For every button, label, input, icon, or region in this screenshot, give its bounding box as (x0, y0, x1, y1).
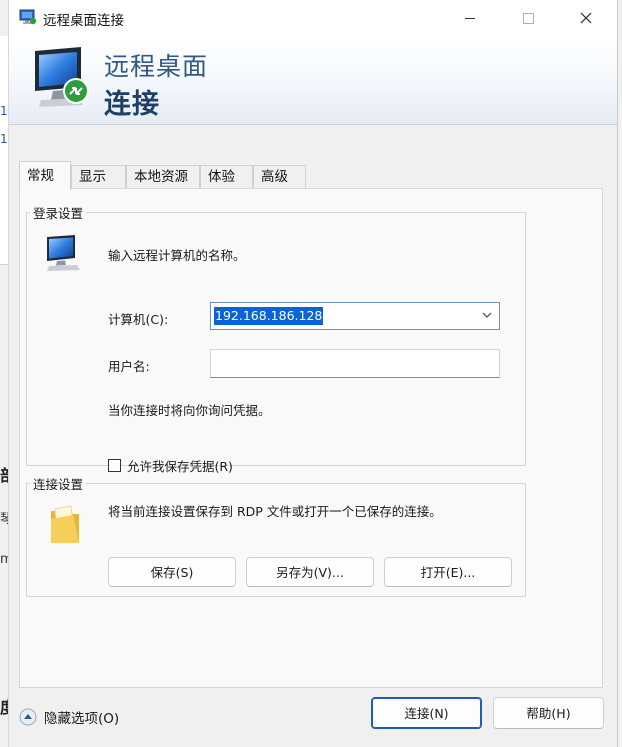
login-settings-group: 登录设置 输入远程计算机的名称。 计算机(C): 192.168.186.128 (26, 203, 526, 474)
tab-general[interactable]: 常规 (19, 161, 71, 190)
remote-computer-icon (35, 47, 89, 107)
connect-button[interactable]: 连接(N) (371, 697, 482, 729)
computer-input-value[interactable]: 192.168.186.128 (214, 307, 324, 325)
save-button[interactable]: 保存(S) (108, 557, 236, 587)
maximize-icon (522, 12, 534, 24)
connection-settings-group: 连接设置 将当前连接设置保存到 RDP 文件或打开一个已保存的连接。 保存(S)… (26, 474, 526, 597)
open-button[interactable]: 打开(E)... (384, 557, 512, 587)
minimize-icon (465, 17, 475, 19)
general-tab-panel: 登录设置 输入远程计算机的名称。 计算机(C): 192.168.186.128 (19, 188, 603, 688)
computer-combobox[interactable]: 192.168.186.128 (210, 302, 500, 330)
chevron-up-circle-icon[interactable] (19, 708, 37, 726)
save-credentials-label[interactable]: 允许我保存凭据(R) (127, 456, 233, 475)
computer-icon (47, 235, 80, 271)
header-banner: 远程桌面 连接 (9, 36, 617, 125)
tab-display[interactable]: 显示 (71, 165, 126, 189)
window-title: 远程桌面连接 (43, 13, 124, 29)
tab-local-resources[interactable]: 本地资源 (126, 165, 200, 189)
background-link-marker: 1 (0, 132, 8, 146)
maximize-button[interactable] (505, 0, 551, 36)
checkbox-box[interactable] (108, 459, 121, 472)
title-bar[interactable]: 远程桌面连接 (9, 0, 617, 36)
connection-description: 将当前连接设置保存到 RDP 文件或打开一个已保存的连接。 (108, 504, 442, 519)
background-divider (0, 264, 8, 265)
username-label: 用户名: (108, 359, 150, 374)
computer-label: 计算机(C): (108, 312, 169, 327)
username-field[interactable] (210, 349, 500, 378)
chevron-down-icon[interactable] (481, 309, 493, 321)
save-as-button[interactable]: 另存为(V)... (246, 557, 374, 587)
close-button[interactable] (563, 0, 609, 36)
login-intro-text: 输入远程计算机的名称。 (108, 248, 246, 263)
login-settings-label: 登录设置 (33, 206, 84, 221)
credentials-note: 当你连接时将向你询问凭据。 (108, 403, 271, 418)
save-credentials-checkbox[interactable]: 允许我保存凭据(R) (108, 456, 233, 475)
close-icon (580, 12, 592, 24)
remote-desktop-icon (19, 9, 37, 25)
connection-settings-label: 连接设置 (33, 477, 84, 492)
remote-desktop-window: 远程桌面连接 远程桌面 连接 常规 显示 本地资源 体验 高级 登录设置 输入远… (8, 0, 618, 747)
banner-title-line1: 远程桌面 (104, 52, 209, 81)
tab-experience[interactable]: 体验 (200, 165, 253, 189)
minimize-button[interactable] (447, 0, 493, 36)
help-button[interactable]: 帮助(H) (493, 697, 604, 729)
folder-icon (51, 505, 79, 544)
background-link-marker: 1 (0, 104, 8, 118)
hide-options-toggle[interactable]: 隐藏选项(O) (19, 707, 119, 727)
background-panel (0, 36, 8, 264)
banner-title-line2: 连接 (104, 89, 160, 120)
tab-advanced[interactable]: 高级 (253, 165, 306, 189)
hide-options-label[interactable]: 隐藏选项(O) (44, 707, 119, 727)
